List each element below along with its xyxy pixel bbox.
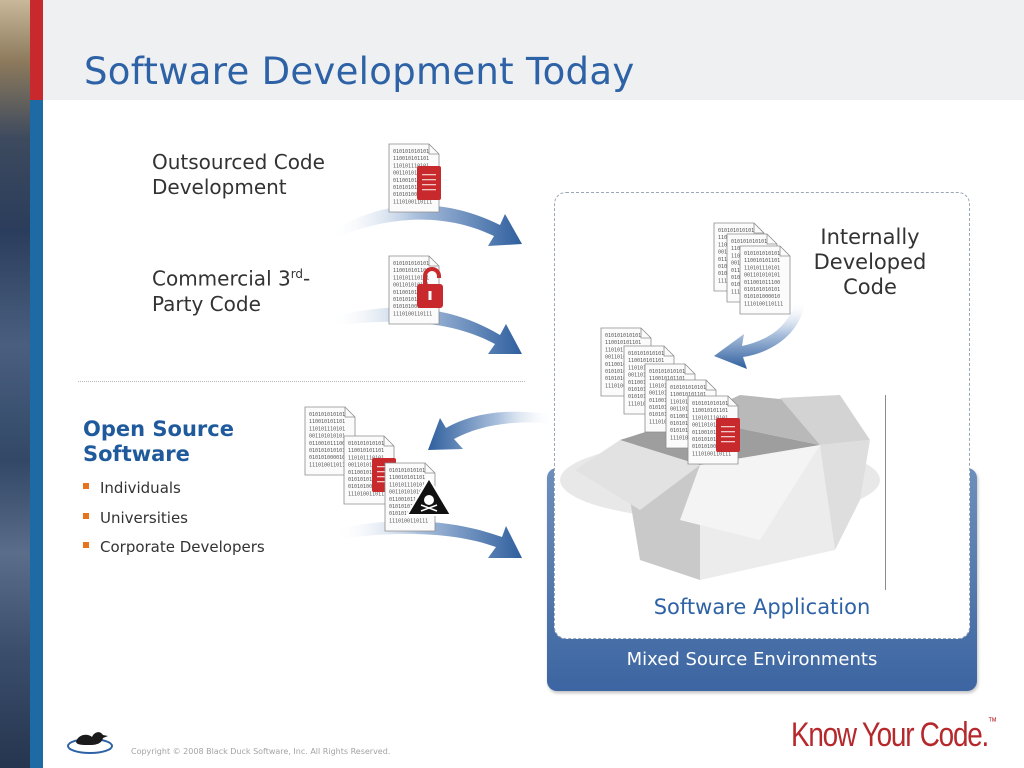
svg-text:010101010101: 010101010101 — [744, 287, 780, 293]
svg-text:1110100110111: 1110100110111 — [393, 199, 432, 205]
trademark-symbol: ™ — [988, 716, 998, 728]
outsourced-label-line2: Development — [152, 175, 287, 199]
bullet-marker — [83, 512, 89, 519]
internal-label: Internally Developed Code — [800, 225, 940, 300]
svg-text:110010101101: 110010101101 — [744, 258, 780, 264]
svg-text:010101010101: 010101010101 — [389, 468, 425, 474]
svg-text:1110100110111: 1110100110111 — [393, 311, 432, 317]
svg-text:010101010101: 010101010101 — [348, 441, 384, 447]
commercial-label-line1: Commercial 3rd- — [152, 262, 310, 292]
svg-text:010101010101: 010101010101 — [309, 412, 345, 418]
svg-text:110010101101: 110010101101 — [605, 340, 641, 346]
svg-text:010101000010: 010101000010 — [744, 294, 780, 300]
svg-text:1110100110111: 1110100110111 — [692, 451, 731, 457]
section-divider — [78, 381, 525, 382]
svg-text:010101010101: 010101010101 — [744, 251, 780, 257]
svg-text:010101010101: 010101010101 — [718, 228, 754, 234]
svg-text:110010101101: 110010101101 — [393, 156, 429, 162]
commercial-label-prefix: Commercial 3 — [152, 266, 291, 291]
svg-text:010101010101: 010101010101 — [692, 401, 728, 407]
svg-text:010101010101: 010101010101 — [670, 385, 706, 391]
code-document-icon: 0101010101011100101011011101011101010011… — [388, 143, 441, 213]
commercial-label-suffix: - — [303, 266, 311, 291]
svg-text:110010101101: 110010101101 — [389, 475, 425, 481]
svg-text:1110100110111: 1110100110111 — [348, 491, 387, 497]
svg-text:110010101101: 110010101101 — [692, 408, 728, 414]
svg-text:110101110101: 110101110101 — [744, 265, 780, 271]
code-document-icon: 0101010101011100101011011101011101010011… — [384, 462, 453, 532]
code-document-icon: 0101010101011100101011011101011101010011… — [687, 395, 740, 465]
svg-text:010101010101: 010101010101 — [731, 239, 767, 245]
open-source-heading: Open Source Software — [83, 417, 234, 467]
code-document-icon: 0101010101011100101011011101011101010011… — [739, 245, 791, 315]
bullet-corporate-developers: Corporate Developers — [83, 538, 265, 556]
svg-text:010101000010: 010101000010 — [309, 455, 345, 461]
svg-text:110101110101: 110101110101 — [389, 482, 425, 488]
svg-text:110010101101: 110010101101 — [348, 448, 384, 454]
svg-text:110010101101: 110010101101 — [309, 419, 345, 425]
outsourced-label: Outsourced Code Development — [152, 150, 325, 200]
internal-label-line1: Internally — [820, 225, 920, 249]
svg-text:010101010101: 010101010101 — [393, 149, 429, 155]
internal-label-line2: Developed — [813, 250, 927, 274]
outsourced-label-line1: Outsourced Code — [152, 150, 325, 174]
commercial-label-line2: Party Code — [152, 291, 261, 316]
bullet-marker — [83, 541, 89, 548]
brand-text: Know Your Code. — [791, 716, 989, 754]
svg-text:010101010101: 010101010101 — [309, 448, 345, 454]
document-icon — [716, 418, 740, 452]
commercial-label: Commercial 3rd- Party Code — [152, 262, 310, 317]
bullet-text: Individuals — [100, 479, 181, 497]
vertical-divider — [885, 395, 886, 590]
code-documents: 0101010101011100101011011101011101010011… — [304, 143, 791, 532]
svg-text:1110100110111: 1110100110111 — [389, 518, 428, 524]
svg-text:110101110101: 110101110101 — [309, 426, 345, 432]
open-source-heading-line1: Open Source — [83, 417, 234, 441]
svg-text:010101010101: 010101010101 — [628, 351, 664, 357]
svg-text:001101010101: 001101010101 — [309, 434, 345, 440]
bullet-text: Corporate Developers — [100, 538, 265, 556]
svg-text:010101010101: 010101010101 — [393, 261, 429, 267]
brand-tagline: Know Your Code.™ — [791, 716, 997, 755]
bullet-text: Universities — [100, 509, 189, 527]
bullet-individuals: Individuals — [83, 479, 181, 497]
svg-text:1110100110111: 1110100110111 — [309, 462, 348, 468]
svg-text:011001011100: 011001011100 — [309, 441, 345, 447]
bullet-marker — [83, 482, 89, 489]
svg-text:010101010101: 010101010101 — [605, 333, 641, 339]
software-application-label: Software Application — [653, 595, 871, 619]
copyright-text: Copyright © 2008 Black Duck Software, In… — [131, 747, 391, 756]
document-icon — [417, 166, 441, 200]
svg-text:010101010101: 010101010101 — [649, 369, 685, 375]
commercial-label-sup: rd — [290, 267, 304, 281]
svg-text:1110100110111: 1110100110111 — [744, 301, 783, 307]
svg-text:001101010101: 001101010101 — [744, 273, 780, 279]
bullet-universities: Universities — [83, 509, 188, 527]
svg-text:011001011100: 011001011100 — [744, 280, 780, 286]
duck-logo-icon — [67, 732, 113, 754]
code-document-icon: 0101010101011100101011011101011101010011… — [388, 255, 443, 325]
open-source-heading-line2: Software — [83, 442, 190, 466]
svg-text:110010101101: 110010101101 — [628, 358, 664, 364]
internal-label-line3: Code — [843, 275, 897, 299]
